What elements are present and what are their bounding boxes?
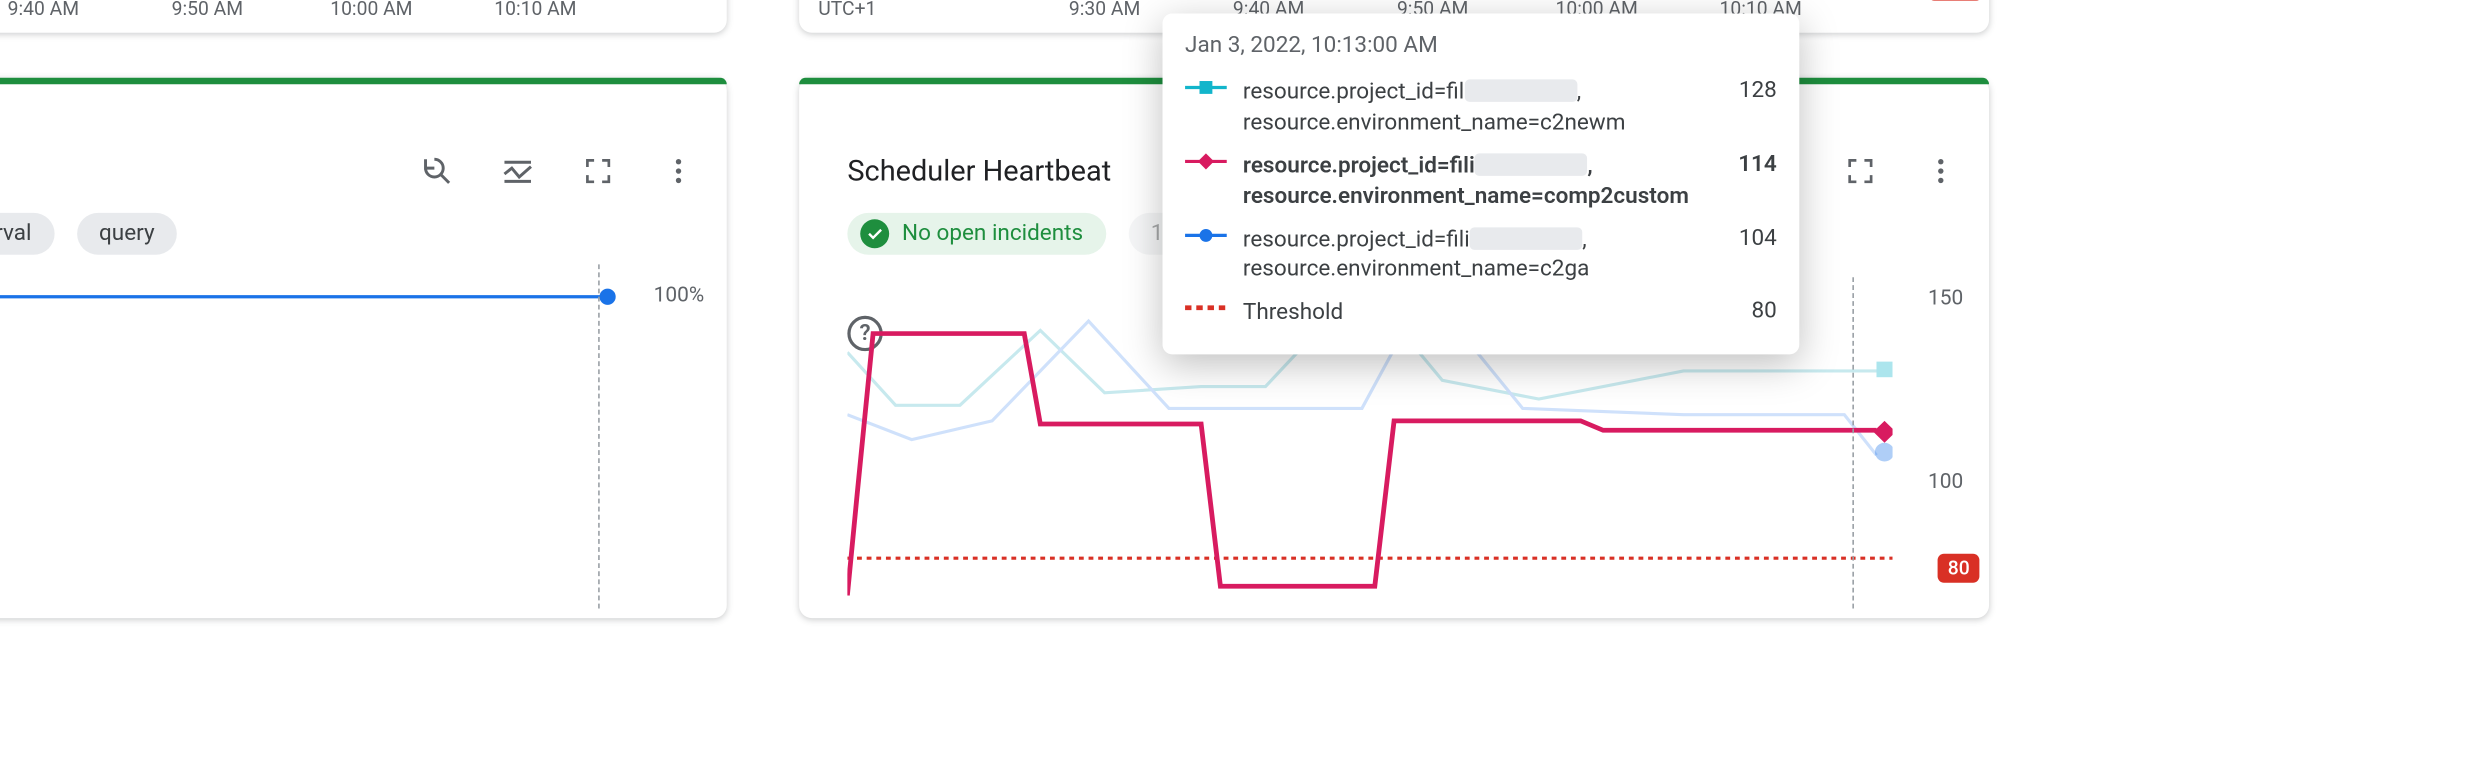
card-web-server-health: Web Server Health bbox=[0, 78, 727, 618]
x-axis: UTC+1 9:30 AM 9:40 AM 9:50 AM 10:00 AM 1… bbox=[0, 0, 630, 26]
now-line bbox=[1852, 277, 1854, 608]
chart-area[interactable] bbox=[0, 271, 630, 596]
tooltip-label: resource.project_id=fil, resource.enviro… bbox=[1243, 78, 1690, 139]
check-icon bbox=[860, 219, 889, 248]
xtick: 9:50 AM bbox=[159, 0, 255, 20]
tooltip-value: 114 bbox=[1706, 151, 1777, 177]
chart-card-top-left: 0.9 0.85 UTC+1 9:30 AM 9:40 AM 9:50 AM 1… bbox=[0, 0, 727, 33]
tooltip-value: 80 bbox=[1706, 299, 1777, 325]
tooltip-value: 128 bbox=[1706, 78, 1777, 104]
xtick: 9:30 AM bbox=[1056, 0, 1152, 20]
threshold-badge: 80 bbox=[1938, 554, 1979, 583]
xtick: 10:10 AM bbox=[487, 0, 583, 20]
tooltip-value: 104 bbox=[1706, 225, 1777, 251]
threshold-badge: 95% bbox=[1927, 0, 1982, 1]
more-icon[interactable] bbox=[653, 145, 704, 196]
ytick: 100 bbox=[1928, 470, 1963, 494]
tooltip-symbol-red-dash bbox=[1185, 299, 1227, 318]
card-title: Scheduler Heartbeat bbox=[847, 154, 1111, 188]
chip-interval[interactable]: 5 min interval bbox=[0, 213, 54, 255]
fullscreen-icon[interactable] bbox=[572, 145, 623, 196]
now-line bbox=[598, 264, 600, 608]
status-chip-text: No open incidents bbox=[902, 221, 1083, 247]
tooltip-row: Threshold 80 bbox=[1185, 292, 1777, 335]
chart-svg bbox=[0, 271, 630, 596]
legend-toggle-icon[interactable] bbox=[492, 145, 543, 196]
tooltip-row: resource.project_id=fili, resource.envir… bbox=[1185, 219, 1777, 293]
tooltip-symbol-pink-diamond bbox=[1185, 151, 1227, 170]
chip-query[interactable]: query bbox=[76, 213, 177, 255]
chart-tooltip: Jan 3, 2022, 10:13:00 AM resource.projec… bbox=[1163, 13, 1800, 354]
tooltip-label-pre: resource.project_id=fili bbox=[1243, 153, 1475, 179]
more-icon[interactable] bbox=[1915, 145, 1966, 196]
tooltip-symbol-blue-dot bbox=[1185, 225, 1227, 244]
card-status-bar bbox=[0, 78, 727, 84]
tooltip-symbol-teal-square bbox=[1185, 78, 1227, 97]
xtick: 9:40 AM bbox=[0, 0, 92, 20]
threshold-badge-text: 80 bbox=[1948, 557, 1970, 580]
redacted-text bbox=[1475, 153, 1588, 176]
status-chip-ok[interactable]: No open incidents bbox=[847, 213, 1105, 255]
tooltip-label-pre: resource.project_id=fili bbox=[1243, 227, 1470, 253]
tooltip-row: resource.project_id=fil, resource.enviro… bbox=[1185, 71, 1777, 145]
redacted-text bbox=[1464, 79, 1577, 102]
tz-label: UTC+1 bbox=[799, 0, 895, 20]
fullscreen-icon[interactable] bbox=[1835, 145, 1886, 196]
tooltip-label: resource.project_id=fili, resource.envir… bbox=[1243, 151, 1690, 212]
tooltip-label: resource.project_id=fili, resource.envir… bbox=[1243, 225, 1690, 286]
tooltip-label: Threshold bbox=[1243, 299, 1690, 329]
reset-zoom-icon[interactable] bbox=[412, 145, 463, 196]
tooltip-timestamp: Jan 3, 2022, 10:13:00 AM bbox=[1185, 33, 1777, 59]
y-label-100: 100% bbox=[654, 284, 705, 308]
xtick: 10:00 AM bbox=[323, 0, 419, 20]
tooltip-row-active: resource.project_id=fili, resource.envir… bbox=[1185, 145, 1777, 219]
redacted-text bbox=[1470, 227, 1583, 250]
tooltip-label-pre: resource.project_id=fil bbox=[1243, 79, 1464, 105]
ytick: 150 bbox=[1928, 287, 1963, 311]
